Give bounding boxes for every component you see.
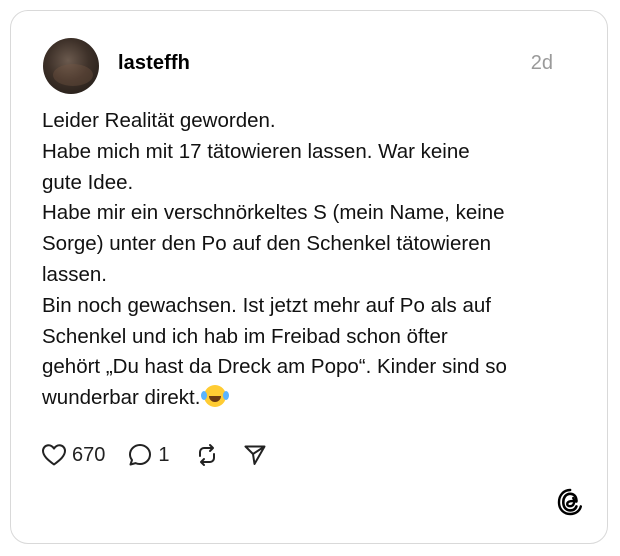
post-text: Leider Realität geworden. Habe mich mit …: [42, 106, 582, 414]
post-line-last: wunderbar direkt.: [42, 383, 582, 414]
like-button[interactable]: 670: [41, 443, 105, 467]
post-line: gehört „Du hast da Dreck am Popo“. Kinde…: [42, 355, 507, 379]
post-line: Leider Realität geworden.: [42, 109, 276, 132]
post-line: Habe mich mit 17 tätowieren lassen. War …: [42, 139, 470, 163]
reply-button[interactable]: 1: [127, 442, 170, 468]
post-card: lasteffh 2d Leider Realität geworden. Ha…: [10, 10, 608, 544]
repost-button[interactable]: [194, 442, 220, 468]
reply-count: 1: [158, 443, 170, 466]
post-line: gute Idee.: [42, 170, 134, 194]
post-line: wunderbar direkt.: [42, 386, 201, 410]
repost-icon: [198, 444, 215, 466]
like-count: 670: [72, 443, 106, 466]
send-icon: [244, 445, 265, 465]
threads-logo-icon: [557, 488, 582, 516]
post-line: Habe mir ein verschnörkeltes S (mein Nam…: [42, 201, 505, 225]
post-line: Sorge) unter den Po auf den Schenkel tät…: [42, 232, 492, 256]
tears-of-joy-emoji-icon: [201, 385, 227, 408]
action-bar: 670 1: [41, 441, 268, 469]
heart-icon: [42, 444, 66, 466]
avatar[interactable]: [43, 38, 99, 94]
post-line: Bin noch gewachsen. Ist jetzt mehr auf P…: [42, 293, 491, 317]
comment-icon: [129, 444, 152, 466]
post-line: lassen.: [42, 262, 107, 286]
post-line: Schenkel und ich hab im Freibad schon öf…: [42, 324, 448, 348]
post-time: 2d: [530, 52, 553, 74]
share-button[interactable]: [242, 442, 268, 468]
username[interactable]: lasteffh: [118, 52, 190, 75]
